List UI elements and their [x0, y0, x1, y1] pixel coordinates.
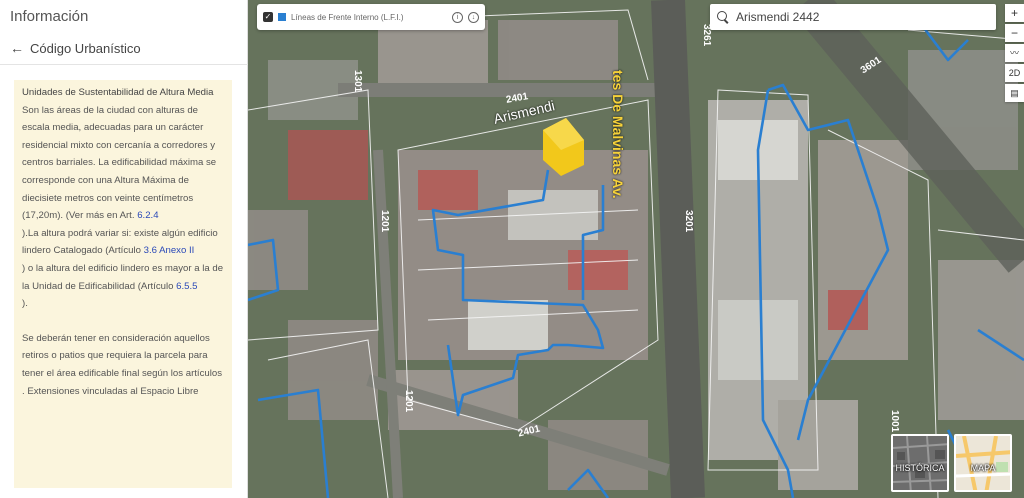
article-link-36[interactable]: 3.6 Anexo II [144, 245, 195, 256]
arrow-left-icon: ← [10, 40, 24, 56]
layer-checkbox[interactable]: ✓ [263, 12, 273, 22]
measure-icon[interactable]: ▤ [1005, 84, 1024, 102]
search-input[interactable] [736, 10, 976, 24]
layer-label: Líneas de Frente Interno (L.F.I.) [291, 12, 404, 22]
layer-legend-chip: ✓ Líneas de Frente Interno (L.F.I.) i ↓ [257, 4, 485, 30]
elevation-profile-icon[interactable]: 〰 [1005, 44, 1024, 62]
article-link-655[interactable]: 6.5.5 [176, 281, 197, 292]
layer-color-swatch [278, 13, 286, 21]
basemap-historic-label: HISTÓRICA [895, 463, 945, 473]
map-canvas [248, 0, 1024, 498]
panel-title: Información [10, 8, 89, 25]
content-paragraph: Se deberán tener en consideración aquell… [22, 332, 222, 379]
content-paragraph: ). [22, 298, 28, 310]
app-root: Información ← Código Urbanístico Unidade… [0, 0, 1024, 498]
zoom-in-button[interactable]: + [1005, 4, 1024, 22]
search-icon[interactable] [716, 10, 730, 24]
content-paragraph: Son las áreas de la ciudad con alturas d… [22, 104, 217, 222]
street-label: tes De Malvinas Av. [610, 70, 626, 199]
download-icon[interactable]: ↓ [468, 11, 479, 23]
basemap-map-toggle[interactable]: MAPA [954, 434, 1012, 492]
view-mode-button[interactable]: 2D [1005, 64, 1024, 82]
panel-divider [0, 64, 248, 65]
map-toolbar: + − 〰 2D ▤ [1005, 4, 1024, 102]
basemap-historic-toggle[interactable]: HISTÓRICA [891, 434, 949, 492]
zoom-out-button[interactable]: − [1005, 24, 1024, 42]
block-number-label: 1201 [379, 210, 390, 233]
basemap-map-label: MAPA [970, 463, 996, 473]
map-view[interactable]: Arismendi tes De Malvinas Av. 2401 2401 … [248, 0, 1024, 498]
back-label: Código Urbanístico [30, 40, 141, 56]
back-button[interactable]: ← Código Urbanístico [10, 40, 141, 56]
block-number-label: 1201 [403, 390, 414, 413]
block-number-label: 1301 [352, 70, 363, 93]
info-icon[interactable]: i [452, 11, 463, 23]
content-heading: Unidades de Sustentabilidad de Altura Me… [22, 87, 214, 98]
block-number-label: 1001 [889, 410, 900, 433]
article-link-624[interactable]: 6.2.4 [137, 210, 158, 221]
search-bar [710, 4, 996, 30]
info-panel: Información ← Código Urbanístico Unidade… [0, 0, 248, 498]
info-content: Unidades de Sustentabilidad de Altura Me… [14, 80, 232, 488]
content-paragraph: . Extensiones vinculadas al Espacio Libr… [22, 385, 199, 397]
block-number-label: 3201 [683, 210, 694, 233]
